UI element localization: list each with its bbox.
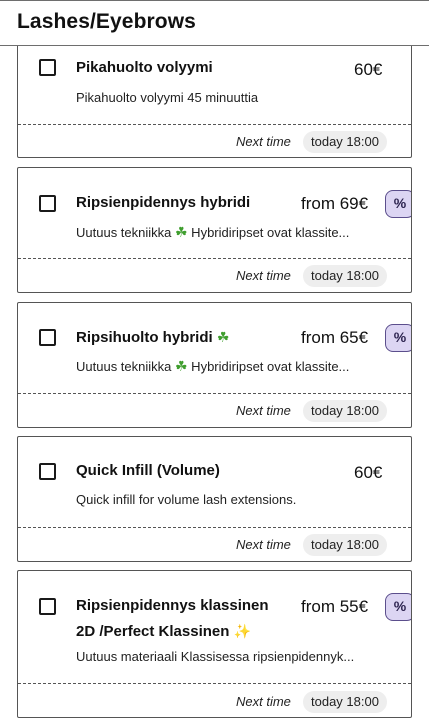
- next-time-pill[interactable]: today 18:00: [303, 534, 387, 556]
- shamrock-icon: ☘: [175, 358, 188, 374]
- next-time-label: Next time: [236, 403, 291, 418]
- shamrock-icon: ☘: [216, 329, 230, 345]
- next-time-label: Next time: [236, 268, 291, 283]
- service-checkbox[interactable]: [39, 195, 56, 212]
- service-description: Uutuus tekniikka ☘ Hybridiripset ovat kl…: [76, 358, 350, 374]
- section-header: Lashes/Eyebrows: [0, 0, 429, 46]
- service-title: Pikahuolto volyymi: [76, 59, 213, 76]
- sparkles-icon: ✨: [233, 623, 252, 639]
- service-title: Ripsihuolto hybridi ☘: [76, 329, 230, 346]
- service-description: Pikahuolto volyymi 45 minuuttia: [76, 90, 259, 105]
- service-card-ripsihuolto-hybridi[interactable]: Ripsihuolto hybridi ☘ from 65€ % Uutuus …: [17, 302, 412, 428]
- card-divider: [18, 683, 411, 684]
- service-card-ripsienpidennys-hybridi[interactable]: Ripsienpidennys hybridi from 69€ % Uutuu…: [17, 167, 412, 293]
- next-time-pill[interactable]: today 18:00: [303, 400, 387, 422]
- next-time-label: Next time: [236, 694, 291, 709]
- service-price: 60€: [354, 60, 383, 79]
- discount-badge[interactable]: %: [385, 593, 411, 621]
- section-title: Lashes/Eyebrows: [17, 10, 196, 33]
- service-description: Uutuus materiaali Klassisessa ripsienpid…: [76, 649, 355, 664]
- service-title-line2: 2D /Perfect Klassinen ✨: [76, 623, 252, 640]
- discount-badge[interactable]: %: [385, 324, 411, 352]
- service-card-quick-infill-volume[interactable]: Quick Infill (Volume) 60€ Quick infill f…: [17, 436, 412, 562]
- discount-badge[interactable]: %: [385, 190, 411, 218]
- next-time-pill[interactable]: today 18:00: [303, 131, 387, 153]
- service-description: Uutuus tekniikka ☘ Hybridiripset ovat kl…: [76, 224, 350, 240]
- service-checkbox[interactable]: [39, 329, 56, 346]
- service-title-line1: Ripsienpidennys klassinen: [76, 597, 269, 614]
- next-time-pill[interactable]: today 18:00: [303, 265, 387, 287]
- next-time-label: Next time: [236, 134, 291, 149]
- card-divider: [18, 124, 411, 125]
- service-price: from 69€: [301, 194, 369, 213]
- next-time-pill[interactable]: today 18:00: [303, 691, 387, 713]
- service-checkbox[interactable]: [39, 598, 56, 615]
- card-divider: [18, 393, 411, 394]
- card-divider: [18, 527, 411, 528]
- card-divider: [18, 258, 411, 259]
- service-card-pikahuolto-volyymi[interactable]: Pikahuolto volyymi 60€ Pikahuolto volyym…: [17, 30, 412, 158]
- next-time-label: Next time: [236, 537, 291, 552]
- service-description: Quick infill for volume lash extensions.: [76, 492, 297, 507]
- service-title: Ripsienpidennys hybridi: [76, 194, 251, 211]
- service-price: 60€: [354, 463, 383, 482]
- service-price: from 65€: [301, 328, 369, 347]
- service-checkbox[interactable]: [39, 59, 56, 76]
- service-price: from 55€: [301, 597, 369, 616]
- shamrock-icon: ☘: [175, 224, 188, 240]
- service-title: Quick Infill (Volume): [76, 462, 220, 479]
- service-card-ripsienpidennys-klassinen[interactable]: Ripsienpidennys klassinen 2D /Perfect Kl…: [17, 570, 412, 718]
- service-checkbox[interactable]: [39, 463, 56, 480]
